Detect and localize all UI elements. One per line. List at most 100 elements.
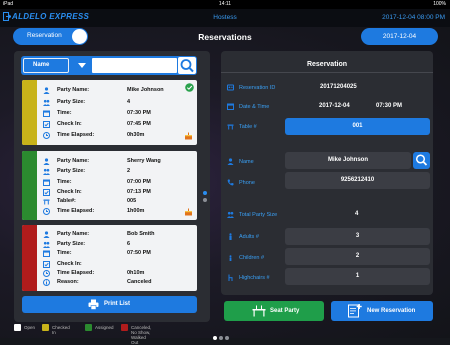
printer-icon [88,299,99,310]
checkin-icon [43,121,50,128]
table-row: Table#: 005 [43,197,193,207]
phone-label: Phone [239,180,255,186]
total-party-label: Total Party Size [239,212,278,218]
info-icon [43,279,50,286]
status-stripe [22,151,37,220]
time-row: Time: 07:00 PM [43,178,193,188]
clock-icon [43,270,50,277]
datetime-label: Date & Time [239,104,270,110]
legend-label: Assigned [95,325,114,330]
highchairs-label: Highchairs # [239,275,270,281]
phone-icon [227,179,234,186]
elapsed-row: Time Elapsed: 1h00m [43,207,193,217]
party-size-row: Party Size: 4 [43,98,193,108]
party-name-row: Party Name: Bob Smith [43,230,193,240]
search-input[interactable] [92,58,177,73]
highchairs-field[interactable]: 1 [285,268,430,285]
children-field[interactable]: 2 [285,248,430,265]
user-icon [227,158,234,165]
legend-swatch-assigned [85,324,92,331]
legend-label: Checked In [52,325,70,335]
table-icon [227,124,234,130]
divider [221,72,433,73]
table-icon [43,199,50,205]
seat-party-label: Seat Party [270,308,300,314]
legend-label: Open [24,325,36,330]
calendar-icon [43,110,50,117]
chevron-down-icon[interactable] [73,58,91,73]
group-icon [43,241,50,248]
header-datetime: 2017-12-04 08:00 PM [382,14,445,21]
adults-label: Adults # [239,234,259,240]
party-size-row: Party Size: 2 [43,167,193,177]
reservation-card[interactable]: Party Name: Bob Smith Party Size: 6 Time… [22,225,197,291]
reservation-card[interactable]: Party Name: Sherry Wang Party Size: 2 Ti… [22,151,197,220]
status-stripe [22,80,37,145]
new-reservation-icon [348,304,362,318]
search-icon[interactable] [178,57,196,74]
calendar-icon [43,179,50,186]
legend-swatch-open [14,324,21,331]
page-dot [203,198,207,202]
page-indicator [213,327,231,345]
calendar-icon [227,103,234,110]
table-field[interactable]: 001 [285,118,430,135]
detail-title: Reservation [306,61,348,68]
clock-icon [43,132,50,139]
new-reservation-label: New Reservation [367,308,416,314]
calendar-icon [43,250,50,257]
time-row: Time: 07:50 PM [43,249,193,259]
user-icon [43,87,50,94]
page-dot-active [213,336,217,340]
cake-icon [185,132,192,140]
clock-icon [43,208,50,215]
checkin-icon [43,189,50,196]
group-icon [43,99,50,106]
party-name-row: Party Name: Mike Johnson [43,86,193,96]
reservation-card[interactable]: Party Name: Mike Johnson Party Size: 4 T… [22,80,197,145]
reservation-id-value: 20171204025 [320,84,357,90]
id-card-icon [227,84,234,91]
time-value: 07:30 PM [376,103,403,109]
check-in-row: Check In: 07:45 PM [43,120,193,130]
phone-field[interactable]: 9256212410 [285,172,430,189]
status-bar: iPad 14:11 100% [0,0,450,9]
children-label: Children # [239,255,265,261]
group-icon [227,211,234,218]
time-row: Time: 07:30 PM [43,109,193,119]
search-bar: Name [21,56,197,75]
page-dot [225,336,229,340]
search-icon[interactable] [413,152,430,169]
legend-swatch-checked-in [42,324,49,331]
checkin-icon [43,261,50,268]
new-reservation-button[interactable]: New Reservation [331,301,433,321]
legend-label: Canceled, No Show, Walked Out [131,325,152,345]
page-dot-active [203,191,207,195]
adults-field[interactable]: 3 [285,228,430,245]
highchair-icon [228,274,233,281]
party-name-row: Party Name: Sherry Wang [43,157,193,167]
print-list-label: Print List [104,301,131,307]
reservation-id-label: Reservation ID [239,85,276,91]
user-icon [43,158,50,165]
seat-icon [252,305,266,317]
filter-field-select[interactable]: Name [23,58,69,73]
date-picker-button[interactable]: 2017-12-04 [361,28,438,45]
elapsed-row: Time Elapsed: 0h30m [43,131,193,141]
clock: 14:11 [218,1,232,7]
total-party-value: 4 [355,211,359,217]
battery-level: 100% [433,1,446,7]
print-list-button[interactable]: Print List [22,296,197,313]
seat-party-button[interactable]: Seat Party [224,301,324,321]
table-label: Table # [239,124,257,130]
name-label: Name [239,159,254,165]
status-stripe [22,225,37,291]
list-page-indicator [203,191,207,205]
name-field[interactable]: Mike Johnson [285,152,411,169]
child-icon [229,255,232,261]
adult-icon [229,233,232,240]
app-header: ALDELO EXPRESS Hostess 2017-12-04 08:00 … [0,9,450,27]
user-icon [43,231,50,238]
group-icon [43,168,50,175]
legend-swatch-canceled [121,324,128,331]
